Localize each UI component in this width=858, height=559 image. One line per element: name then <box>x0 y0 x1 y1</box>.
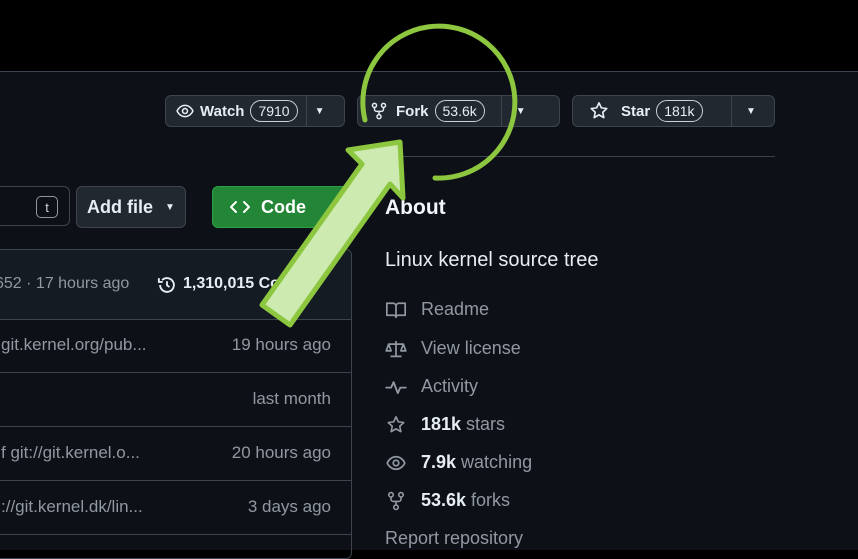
annotation-overlay <box>259 23 518 328</box>
pointer-arrow <box>259 139 406 328</box>
